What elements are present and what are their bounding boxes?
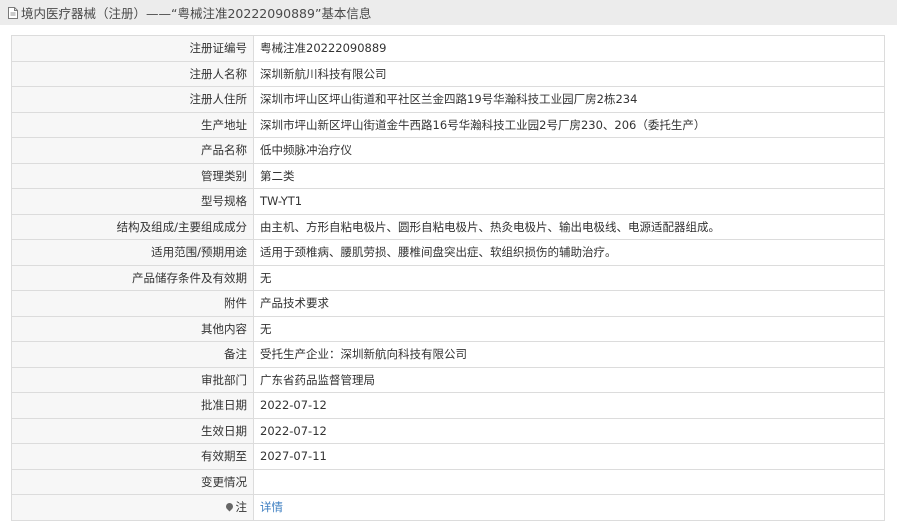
field-value: 深圳市坪山区坪山街道和平社区兰金四路19号华瀚科技工业园厂房2栋234 (253, 86, 885, 113)
field-label: 结构及组成/主要组成成分 (11, 213, 254, 240)
details-link[interactable]: 详情 (260, 500, 283, 514)
field-label: 注册证编号 (11, 35, 254, 62)
field-label: 有效期至 (11, 443, 254, 470)
document-icon (8, 6, 18, 19)
field-value: 深圳新航川科技有限公司 (253, 60, 885, 87)
field-value: 产品技术要求 (253, 290, 885, 317)
field-label: 注册人住所 (11, 86, 254, 113)
table-row: 批准日期 2022-07-12 (11, 392, 885, 419)
field-value: 第二类 (253, 162, 885, 189)
field-label: 管理类别 (11, 162, 254, 189)
table-row: 产品名称 低中频脉冲治疗仪 (11, 137, 885, 164)
field-label: 变更情况 (11, 468, 254, 495)
note-row: 注详情 (11, 494, 885, 521)
field-label: 其他内容 (11, 315, 254, 342)
table-row: 其他内容无 (11, 315, 885, 342)
field-label: 生效日期 (11, 417, 254, 444)
field-value: TW-YT1 (253, 188, 885, 215)
table-row: 附件 产品技术要求 (11, 290, 885, 317)
table-row: 备注 受托生产企业：深圳新航向科技有限公司 (11, 341, 885, 368)
field-value: 深圳市坪山新区坪山街道金牛西路16号华瀚科技工业园2号厂房230、206（委托生… (253, 111, 885, 138)
field-value: 适用于颈椎病、腰肌劳损、腰椎间盘突出症、软组织损伤的辅助治疗。 (253, 239, 885, 266)
field-label: 产品名称 (11, 137, 254, 164)
table-row: 结构及组成/主要组成成分 由主机、方形自粘电极片、圆形自粘电极片、热灸电极片、输出… (11, 213, 885, 240)
table-row: 管理类别 第二类 (11, 162, 885, 189)
info-table: 注册证编号 粤械注准20222090889 注册人名称 深圳新航川科技有限公司 注册人住… (11, 35, 885, 521)
table-row: 变更情况 (11, 468, 885, 495)
note-label-cell: 注 (11, 494, 254, 521)
field-label: 附件 (11, 290, 254, 317)
field-label: 产品储存条件及有效期 (11, 264, 254, 291)
table-row: 注册人住所 深圳市坪山区坪山街道和平社区兰金四路19号华瀚科技工业园厂房2栋234 (11, 86, 885, 113)
field-label: 生产地址 (11, 111, 254, 138)
table-row: 生效日期 2022-07-12 (11, 417, 885, 444)
field-value: 粤械注准20222090889 (253, 35, 885, 62)
pin-icon (224, 501, 234, 512)
field-label: 注册人名称 (11, 60, 254, 87)
field-label: 审批部门 (11, 366, 254, 393)
field-label: 型号规格 (11, 188, 254, 215)
field-value: 无 (253, 264, 885, 291)
field-value: 由主机、方形自粘电极片、圆形自粘电极片、热灸电极片、输出电极线、电源适配器组成。 (253, 213, 885, 240)
note-value-cell: 详情 (253, 494, 885, 521)
table-row: 注册人名称 深圳新航川科技有限公司 (11, 60, 885, 87)
page-header: 境内医疗器械（注册）——“粤械注准20222090889”基本信息 (0, 0, 897, 25)
table-row: 注册证编号 粤械注准20222090889 (11, 35, 885, 62)
field-value: 2022-07-12 (253, 392, 885, 419)
field-value (253, 468, 885, 495)
table-row: 审批部门 广东省药品监督管理局 (11, 366, 885, 393)
page-title: 境内医疗器械（注册）——“粤械注准20222090889”基本信息 (21, 6, 372, 21)
table-row: 型号规格 TW-YT1 (11, 188, 885, 215)
field-value: 2027-07-11 (253, 443, 885, 470)
field-value: 广东省药品监督管理局 (253, 366, 885, 393)
field-value: 无 (253, 315, 885, 342)
table-row: 产品储存条件及有效期无 (11, 264, 885, 291)
note-label: 注 (235, 500, 248, 514)
table-row: 生产地址 深圳市坪山新区坪山街道金牛西路16号华瀚科技工业园2号厂房230、206… (11, 111, 885, 138)
table-row: 适用范围/预期用途 适用于颈椎病、腰肌劳损、腰椎间盘突出症、软组织损伤的辅助治疗。 (11, 239, 885, 266)
field-value: 2022-07-12 (253, 417, 885, 444)
field-label: 备注 (11, 341, 254, 368)
field-label: 适用范围/预期用途 (11, 239, 254, 266)
field-value: 低中频脉冲治疗仪 (253, 137, 885, 164)
field-label: 批准日期 (11, 392, 254, 419)
field-value: 受托生产企业：深圳新航向科技有限公司 (253, 341, 885, 368)
table-row: 有效期至 2027-07-11 (11, 443, 885, 470)
